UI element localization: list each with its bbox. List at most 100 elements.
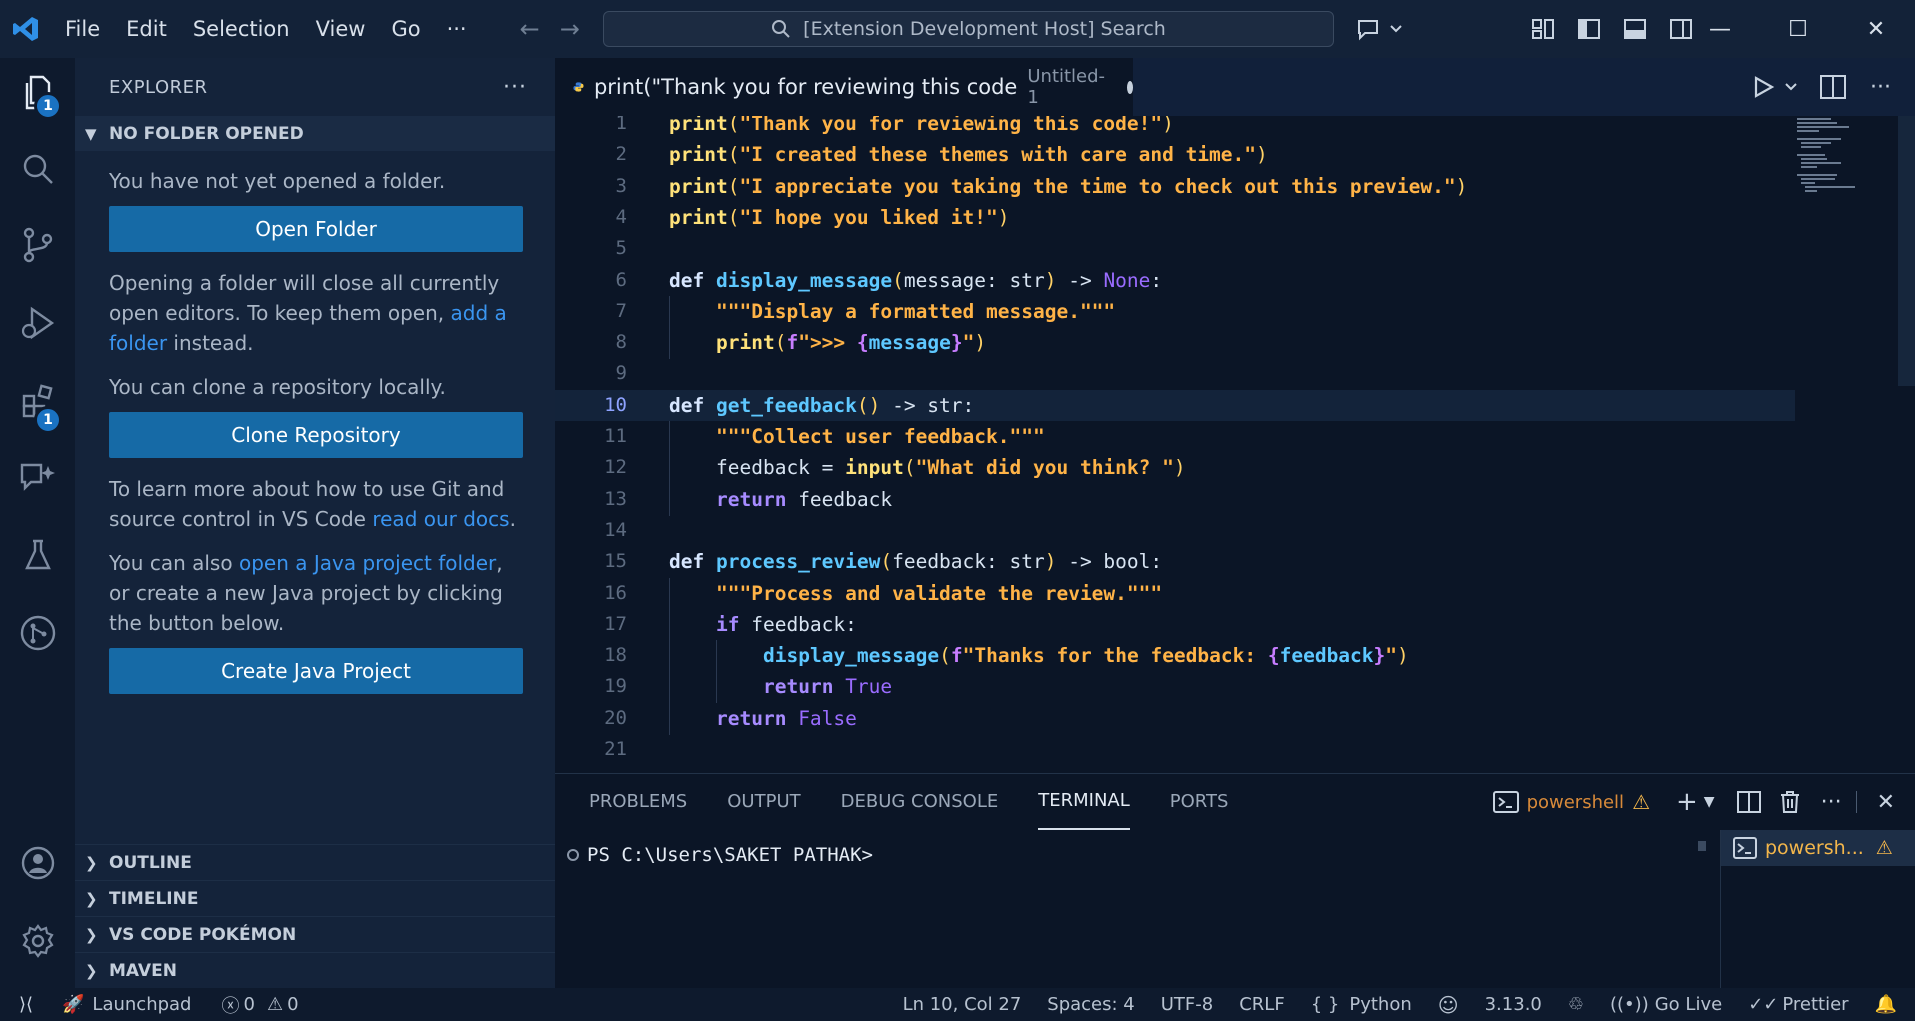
- close-panel-icon[interactable]: ✕: [1877, 790, 1895, 815]
- minimap[interactable]: [1797, 116, 1883, 196]
- code-line[interactable]: 3 print("I appreciate you taking the time…: [555, 171, 1795, 202]
- copilot-button[interactable]: [1355, 0, 1405, 58]
- cursor-position[interactable]: Ln 10, Col 27: [903, 994, 1022, 1015]
- line-number: 20: [604, 706, 627, 729]
- close-icon[interactable]: ✕: [1837, 0, 1915, 58]
- toggle-panel-icon[interactable]: [1624, 19, 1646, 39]
- menu-more[interactable]: ···: [434, 0, 480, 58]
- go-live-button[interactable]: ((•)) Go Live: [1610, 994, 1722, 1015]
- open-java-project-link[interactable]: open a Java project folder: [239, 551, 496, 575]
- menu-go[interactable]: Go: [378, 0, 433, 58]
- code-line[interactable]: 12 feedback = input("What did you think? …: [555, 452, 1795, 485]
- account-icon: [21, 846, 54, 880]
- terminal-shell-name[interactable]: powershell: [1527, 792, 1625, 813]
- code-line[interactable]: 20 return False: [555, 702, 1795, 735]
- code-line[interactable]: 19 return True: [555, 671, 1795, 704]
- code-line[interactable]: 18 display_message(f"Thanks for the feedb…: [555, 640, 1795, 673]
- python-version[interactable]: 3.13.0: [1485, 994, 1542, 1015]
- code-line[interactable]: 10 def get_feedback() -> str:: [555, 389, 1795, 421]
- encoding[interactable]: UTF-8: [1161, 994, 1213, 1015]
- copilot-status-icon[interactable]: ♲: [1568, 994, 1584, 1015]
- menu-edit[interactable]: Edit: [113, 0, 180, 58]
- menu-selection[interactable]: Selection: [180, 0, 303, 58]
- more-actions-icon[interactable]: ···: [1870, 75, 1891, 100]
- code-line[interactable]: 4 print("I hope you liked it!"): [555, 202, 1795, 233]
- customize-layout-icon[interactable]: [1532, 19, 1554, 39]
- trash-icon[interactable]: [1779, 790, 1801, 814]
- code-line[interactable]: 16 """Process and validate the review.""": [555, 577, 1795, 610]
- minimize-icon[interactable]: —: [1681, 0, 1759, 58]
- chevron-down-icon[interactable]: ▼: [1704, 794, 1715, 810]
- section-timeline[interactable]: ❯ TIMELINE: [75, 880, 555, 916]
- code-editor[interactable]: 1 print("Thank you for reviewing this cod…: [555, 116, 1915, 773]
- indentation[interactable]: Spaces: 4: [1047, 994, 1134, 1015]
- prettier-item[interactable]: ✓✓ Prettier: [1748, 994, 1848, 1015]
- extensions-button[interactable]: 1: [0, 366, 75, 436]
- tab-output[interactable]: OUTPUT: [727, 774, 800, 830]
- line-endings[interactable]: CRLF: [1239, 994, 1284, 1015]
- chat-button[interactable]: [0, 442, 75, 512]
- section-no-folder-opened[interactable]: ▼ NO FOLDER OPENED: [75, 116, 555, 151]
- clone-repository-button[interactable]: Clone Repository: [109, 412, 523, 458]
- search-view-button[interactable]: [0, 134, 75, 204]
- manage-button[interactable]: [0, 906, 75, 976]
- read-docs-link[interactable]: read our docs: [372, 507, 509, 531]
- notifications-bell-icon[interactable]: 🔔: [1875, 994, 1897, 1015]
- code-line[interactable]: 14: [555, 515, 1795, 546]
- code-line[interactable]: 11 """Collect user feedback.""": [555, 421, 1795, 453]
- back-arrow-icon[interactable]: ←: [520, 15, 540, 43]
- copilot-icon[interactable]: ☺: [1438, 993, 1459, 1017]
- toggle-sidebar-icon[interactable]: [1578, 19, 1600, 39]
- git-graph-button[interactable]: [0, 598, 75, 668]
- terminal-list-item[interactable]: powersh... ⚠: [1721, 830, 1915, 866]
- problems-item[interactable]: ⓧ 0 ⚠ 0: [221, 992, 298, 1018]
- open-folder-button[interactable]: Open Folder: [109, 206, 523, 252]
- language-mode[interactable]: { } Python: [1311, 994, 1412, 1015]
- code-line[interactable]: 5: [555, 233, 1795, 264]
- menu-view[interactable]: View: [303, 0, 379, 58]
- tab-debug-console[interactable]: DEBUG CONSOLE: [841, 774, 999, 830]
- tab-problems[interactable]: PROBLEMS: [589, 774, 687, 830]
- create-java-project-button[interactable]: Create Java Project: [109, 648, 523, 694]
- menu-file[interactable]: File: [52, 0, 113, 58]
- code-line[interactable]: 17 if feedback:: [555, 608, 1795, 641]
- testing-button[interactable]: [0, 520, 75, 590]
- forward-arrow-icon[interactable]: →: [560, 15, 580, 43]
- run-debug-icon: [21, 306, 54, 340]
- command-center-search[interactable]: [Extension Development Host] Search: [603, 11, 1334, 47]
- code-line[interactable]: 13 return feedback: [555, 483, 1795, 516]
- section-vscode-pokemon[interactable]: ❯ VS CODE POKÉMON: [75, 916, 555, 952]
- unsaved-dot-icon[interactable]: [1127, 80, 1133, 94]
- code-line[interactable]: 1 print("Thank you for reviewing this cod…: [555, 116, 1795, 139]
- code-line[interactable]: 8 print(f">>> {message}"): [555, 327, 1795, 360]
- editor-tab[interactable]: print("Thank you for reviewing this code…: [555, 58, 1133, 116]
- remote-indicator[interactable]: ⟩⟨: [0, 994, 52, 1015]
- split-terminal-icon[interactable]: [1736, 791, 1761, 813]
- section-maven[interactable]: ❯ MAVEN: [75, 952, 555, 988]
- tab-ports[interactable]: PORTS: [1170, 774, 1229, 830]
- code-line[interactable]: 21: [555, 734, 1795, 765]
- new-terminal-icon[interactable]: +: [1676, 787, 1698, 817]
- more-actions-icon[interactable]: ···: [1821, 790, 1842, 815]
- code-line[interactable]: 15 def process_review(feedback: str) -> b…: [555, 546, 1795, 577]
- accounts-button[interactable]: [0, 828, 75, 898]
- terminal-scrollbar[interactable]: [1698, 841, 1706, 851]
- run-python-icon[interactable]: [1750, 75, 1802, 99]
- terminal-output[interactable]: PS C:\Users\SAKET PATHAK>: [567, 844, 873, 866]
- editor-scrollbar[interactable]: [1898, 116, 1915, 386]
- code-line[interactable]: 2 print("I created these themes with care…: [555, 139, 1795, 170]
- run-debug-button[interactable]: [0, 288, 75, 358]
- source-control-button[interactable]: [0, 210, 75, 280]
- maximize-icon[interactable]: ☐: [1759, 0, 1837, 58]
- tab-terminal[interactable]: TERMINAL: [1038, 774, 1130, 830]
- launchpad-item[interactable]: 🚀 Launchpad: [62, 994, 191, 1015]
- code-text: """Process and validate the review.""": [716, 578, 1162, 609]
- code-line[interactable]: 7 """Display a formatted message.""": [555, 295, 1795, 328]
- section-outline[interactable]: ❯ OUTLINE: [75, 844, 555, 880]
- explorer-button[interactable]: 1: [0, 58, 75, 128]
- code-line[interactable]: 9: [555, 358, 1795, 389]
- more-actions-icon[interactable]: ···: [503, 75, 527, 100]
- chat-icon: [20, 463, 55, 491]
- split-editor-icon[interactable]: [1820, 75, 1847, 99]
- code-line[interactable]: 6 def display_message(message: str) -> No…: [555, 265, 1795, 296]
